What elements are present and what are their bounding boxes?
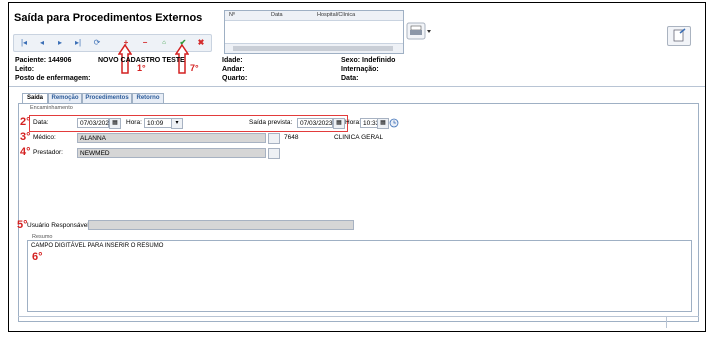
grid-col-data[interactable]: Data bbox=[271, 12, 283, 18]
grid-header: Nº Data Hospital/Clínica bbox=[225, 11, 403, 21]
annotation-7: 7° bbox=[190, 63, 199, 73]
data-field-label: Data: bbox=[33, 119, 49, 126]
status-bar bbox=[18, 316, 699, 327]
chevron-down-icon[interactable]: ▾ bbox=[171, 118, 183, 129]
calendar-icon-2[interactable]: ▦ bbox=[333, 118, 345, 129]
hora-input[interactable]: 10:09 bbox=[144, 118, 172, 128]
annotation-6: 6° bbox=[32, 251, 43, 263]
records-grid[interactable]: Nº Data Hospital/Clínica bbox=[224, 10, 404, 54]
leito-label: Leito: bbox=[15, 66, 35, 73]
usuario-label: Usuário Responsável: bbox=[27, 222, 91, 229]
idade-label: Idade: bbox=[222, 57, 243, 64]
remove-button[interactable]: − bbox=[138, 37, 152, 49]
hora2-input[interactable]: 10:33 bbox=[360, 118, 379, 128]
resumo-text: CAMPO DIGITÁVEL PARA INSERIR O RESUMO bbox=[31, 243, 164, 249]
resumo-legend: Resumo bbox=[30, 234, 55, 240]
next-record-button[interactable]: ▸ bbox=[53, 37, 67, 49]
edit-button[interactable]: ⌂ bbox=[157, 37, 171, 49]
cancel-button[interactable]: ✖ bbox=[194, 37, 208, 49]
annotation-5: 5° bbox=[17, 219, 28, 231]
clock-calendar-icon[interactable]: ▦ bbox=[377, 118, 389, 129]
annotation-2: 2° bbox=[20, 116, 31, 128]
prestador-label: Prestador: bbox=[33, 149, 63, 156]
usuario-input[interactable] bbox=[88, 220, 354, 230]
grid-col-num[interactable]: Nº bbox=[229, 12, 235, 18]
annotation-1: 1° bbox=[137, 63, 146, 73]
medico-input[interactable]: ALANNA bbox=[77, 133, 266, 143]
first-record-button[interactable]: |◂ bbox=[17, 37, 31, 49]
calendar-icon[interactable]: ▦ bbox=[109, 118, 121, 129]
header-separator bbox=[9, 86, 705, 87]
sexo-info: Sexo: Indefinido bbox=[341, 57, 396, 64]
data-input[interactable]: 07/03/2023 bbox=[77, 118, 113, 128]
patient-name: NOVO CADASTRO TESTE bbox=[98, 57, 185, 64]
status-divider bbox=[666, 316, 667, 328]
medico-code: 7648 bbox=[284, 134, 299, 141]
andar-label: Andar: bbox=[222, 66, 245, 73]
prev-record-button[interactable]: ◂ bbox=[35, 37, 49, 49]
hora-field-label: Hora: bbox=[126, 119, 142, 126]
medico-especialidade: CLINICA GERAL bbox=[334, 134, 384, 141]
clock-icon[interactable] bbox=[389, 118, 399, 128]
encaminhamento-legend: Encaminhamento bbox=[30, 105, 73, 111]
internacao-label: Internação: bbox=[341, 66, 379, 73]
scrollbar-thumb[interactable] bbox=[233, 46, 393, 51]
prestador-lookup-button[interactable] bbox=[268, 148, 280, 159]
prestador-input[interactable]: NEWMED bbox=[77, 148, 266, 158]
annotation-4: 4° bbox=[20, 146, 31, 158]
annotation-3: 3° bbox=[20, 131, 31, 143]
printer-icon[interactable] bbox=[406, 22, 432, 40]
patient-id: Paciente: 144906 bbox=[15, 57, 72, 64]
hora2-field-label: Hora: bbox=[345, 119, 361, 126]
medico-lookup-button[interactable] bbox=[268, 133, 280, 144]
saida-prevista-input[interactable]: 07/03/2023 bbox=[297, 118, 333, 128]
quarto-label: Quarto: bbox=[222, 75, 248, 82]
last-record-button[interactable]: ▸| bbox=[71, 37, 85, 49]
resumo-textarea[interactable]: CAMPO DIGITÁVEL PARA INSERIR O RESUMO bbox=[27, 240, 692, 312]
grid-scrollbar[interactable] bbox=[225, 43, 403, 53]
edit-document-icon bbox=[673, 28, 686, 42]
window-title: Saída para Procedimentos Externos bbox=[14, 12, 203, 24]
refresh-button[interactable]: ⟳ bbox=[90, 37, 104, 49]
grid-col-hospital[interactable]: Hospital/Clínica bbox=[317, 12, 355, 18]
posto-label: Posto de enfermagem: bbox=[15, 75, 91, 82]
data-label: Data: bbox=[341, 75, 359, 82]
edit-document-button[interactable] bbox=[667, 26, 691, 46]
medico-label: Médico: bbox=[33, 134, 56, 141]
saida-prevista-label: Saída prevista: bbox=[249, 119, 293, 126]
